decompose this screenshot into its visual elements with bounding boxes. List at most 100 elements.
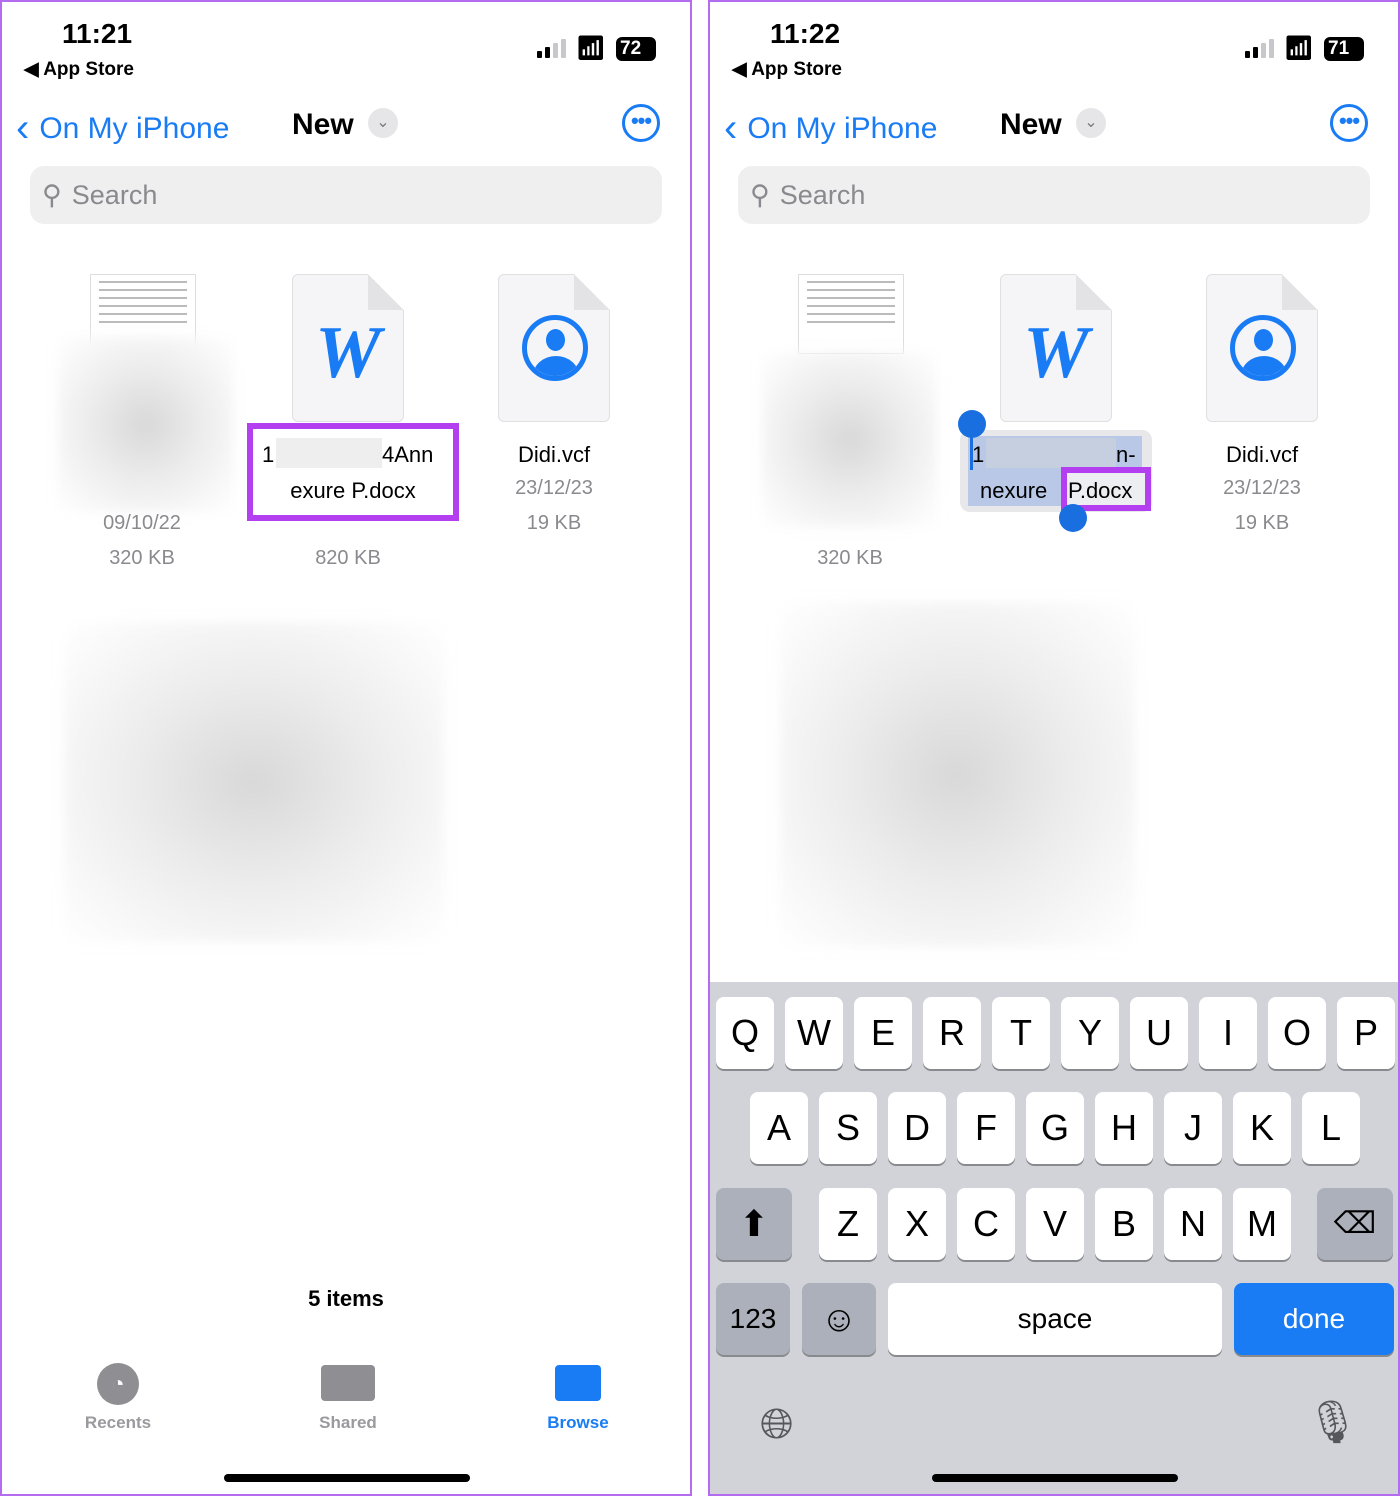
word-document-icon: W bbox=[292, 274, 404, 422]
key-l[interactable]: L bbox=[1302, 1092, 1360, 1164]
blurred-region bbox=[762, 352, 937, 527]
emoji-key[interactable]: ☺ bbox=[802, 1283, 876, 1355]
delete-key[interactable]: ⌫ bbox=[1317, 1188, 1393, 1260]
file-date: 09/10/22 bbox=[103, 512, 181, 534]
done-key[interactable]: done bbox=[1234, 1283, 1394, 1355]
microphone-icon[interactable]: 🎙︎ bbox=[1306, 1398, 1359, 1447]
key-h[interactable]: H bbox=[1095, 1092, 1153, 1164]
file-size: 320 KB bbox=[817, 547, 883, 569]
key-k[interactable]: K bbox=[1233, 1092, 1291, 1164]
file-size: 19 KB bbox=[526, 512, 582, 534]
space-key[interactable]: space bbox=[888, 1283, 1222, 1355]
nav-bar: ‹ On My iPhone New ⌄ ••• bbox=[2, 102, 690, 151]
key-v[interactable]: V bbox=[1026, 1188, 1084, 1260]
key-j[interactable]: J bbox=[1164, 1092, 1222, 1164]
key-i[interactable]: I bbox=[1199, 997, 1257, 1069]
selection-start-caret bbox=[970, 432, 973, 470]
status-icons: 📶︎ 72 bbox=[536, 34, 656, 63]
tab-browse[interactable]: Browse bbox=[498, 1357, 658, 1433]
cellular-signal-icon bbox=[1244, 39, 1274, 58]
more-options-icon[interactable]: ••• bbox=[1330, 104, 1368, 142]
status-time: 11:21 bbox=[62, 18, 133, 49]
back-to-app-store[interactable]: ◀ App Store bbox=[24, 58, 134, 81]
filename-part: exure P.docx bbox=[290, 478, 416, 503]
search-input[interactable]: ⚲ Search bbox=[738, 166, 1370, 224]
shift-key[interactable]: ⬆ bbox=[716, 1188, 792, 1260]
chevron-left-icon: ‹ bbox=[724, 106, 738, 150]
folder-icon bbox=[555, 1365, 601, 1401]
key-e[interactable]: E bbox=[854, 997, 912, 1069]
key-r[interactable]: R bbox=[923, 997, 981, 1069]
key-y[interactable]: Y bbox=[1061, 997, 1119, 1069]
search-icon: ⚲ bbox=[42, 179, 62, 210]
key-u[interactable]: U bbox=[1130, 997, 1188, 1069]
home-indicator bbox=[224, 1474, 470, 1482]
battery-icon: 72 bbox=[616, 36, 656, 61]
home-indicator bbox=[932, 1474, 1178, 1482]
files-screen-renaming: 11:22 ◀ App Store 📶︎ 71 ‹ On My iPhone Ne… bbox=[708, 0, 1400, 1496]
clock-icon: ◔ bbox=[97, 1363, 139, 1405]
redacted-text bbox=[986, 438, 1116, 468]
battery-icon: 71 bbox=[1324, 36, 1364, 61]
back-button[interactable]: ‹ On My iPhone bbox=[724, 106, 937, 151]
key-g[interactable]: G bbox=[1026, 1092, 1084, 1164]
redacted-text bbox=[276, 438, 382, 468]
key-s[interactable]: S bbox=[819, 1092, 877, 1164]
key-q[interactable]: Q bbox=[716, 997, 774, 1069]
status-icons: 📶︎ 71 bbox=[1244, 34, 1364, 63]
key-c[interactable]: C bbox=[957, 1188, 1015, 1260]
key-a[interactable]: A bbox=[750, 1092, 808, 1164]
item-count: 5 items bbox=[308, 1286, 384, 1311]
file-size: 320 KB bbox=[109, 547, 175, 569]
filename-part: 4Ann bbox=[382, 442, 434, 467]
chevron-down-icon[interactable]: ⌄ bbox=[368, 108, 398, 138]
wifi-icon: 📶︎ bbox=[575, 35, 606, 62]
keyboard: ⬆ ⌫ 123 ☺ space done 🌐︎ 🎙︎ QWERTYUIOP ASD… bbox=[710, 982, 1398, 1494]
key-z[interactable]: Z bbox=[819, 1188, 877, 1260]
word-document-icon: W bbox=[1000, 274, 1112, 422]
file-name: Didi.vcf bbox=[1225, 442, 1299, 467]
key-t[interactable]: T bbox=[992, 997, 1050, 1069]
chevron-left-icon: ‹ bbox=[16, 106, 30, 150]
file-size: 820 KB bbox=[315, 547, 381, 569]
files-screen-before: 11:21 ◀ App Store 📶︎ 72 ‹ On My iPhone Ne… bbox=[0, 0, 692, 1496]
more-options-icon[interactable]: ••• bbox=[622, 104, 660, 142]
key-p[interactable]: P bbox=[1337, 997, 1395, 1069]
filename-part: 1 bbox=[262, 442, 275, 467]
search-icon: ⚲ bbox=[750, 179, 770, 210]
backspace-icon: ⌫ bbox=[1333, 1207, 1377, 1240]
key-b[interactable]: B bbox=[1095, 1188, 1153, 1260]
key-m[interactable]: M bbox=[1233, 1188, 1291, 1260]
shared-folder-icon bbox=[321, 1365, 375, 1401]
filename-part: 1 bbox=[972, 442, 985, 467]
blurred-region bbox=[64, 622, 444, 942]
tab-recents[interactable]: ◔ Recents bbox=[38, 1357, 198, 1433]
search-input[interactable]: ⚲ Search bbox=[30, 166, 662, 224]
filename-part: n- bbox=[1116, 442, 1136, 467]
folder-title: New bbox=[292, 108, 354, 141]
key-o[interactable]: O bbox=[1268, 997, 1326, 1069]
key-w[interactable]: W bbox=[785, 997, 843, 1069]
numbers-key[interactable]: 123 bbox=[716, 1283, 790, 1355]
file-size: 19 KB bbox=[1234, 512, 1290, 534]
filename-part: nexure bbox=[980, 478, 1054, 503]
key-d[interactable]: D bbox=[888, 1092, 946, 1164]
globe-icon[interactable]: 🌐︎ bbox=[760, 1400, 794, 1449]
nav-bar: ‹ On My iPhone New ⌄ ••• bbox=[710, 102, 1398, 151]
back-button[interactable]: ‹ On My iPhone bbox=[16, 106, 229, 151]
cellular-signal-icon bbox=[536, 39, 566, 58]
selection-end-handle[interactable] bbox=[1059, 504, 1087, 532]
contact-file-icon bbox=[1206, 274, 1318, 422]
key-x[interactable]: X bbox=[888, 1188, 946, 1260]
filename-part: P.docx bbox=[1068, 478, 1133, 503]
key-f[interactable]: F bbox=[957, 1092, 1015, 1164]
file-name: Didi.vcf bbox=[517, 442, 591, 467]
tab-shared[interactable]: Shared bbox=[268, 1357, 428, 1433]
shift-icon: ⬆ bbox=[738, 1203, 770, 1244]
back-to-app-store[interactable]: ◀ App Store bbox=[732, 58, 842, 81]
file-date: 23/12/23 bbox=[1223, 477, 1301, 499]
key-n[interactable]: N bbox=[1164, 1188, 1222, 1260]
chevron-down-icon[interactable]: ⌄ bbox=[1076, 108, 1106, 138]
emoji-icon: ☺ bbox=[820, 1298, 858, 1339]
file-date: 23/12/23 bbox=[515, 477, 593, 499]
